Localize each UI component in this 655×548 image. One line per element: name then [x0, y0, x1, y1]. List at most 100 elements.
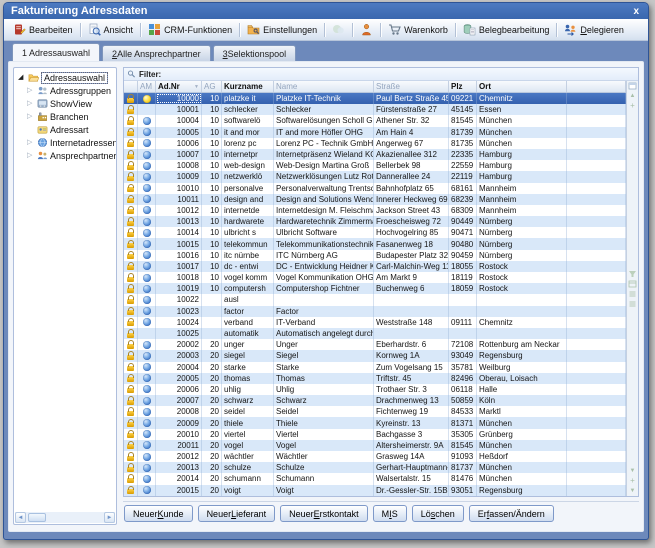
cart-icon [388, 23, 401, 36]
filter-label: Filter: [139, 70, 161, 79]
table-row[interactable]: 2000420starkeStarkeZum Vogelsang 1535781… [124, 362, 626, 373]
table-row[interactable]: 2001020viertelViertelBachgasse 335305Grü… [124, 429, 626, 440]
tab-selektionspool[interactable]: 3 Selektionspool [213, 45, 297, 61]
table-row[interactable]: 2000320siegelSiegelKornweg 1A93049Regens… [124, 350, 626, 361]
table-row[interactable]: 1001210internetdeInternetdesign M. Fleis… [124, 205, 626, 216]
neuer-erstkontakt-button[interactable]: Neuer Erstkontakt [280, 505, 368, 522]
table-row[interactable]: 1001410ulbricht sUlbricht SoftwareHochvo… [124, 227, 626, 238]
table-row[interactable]: 1001710dc - entwiDC - Entwicklung Heidne… [124, 261, 626, 272]
tree-expander-icon[interactable]: ▷ [27, 100, 35, 108]
table-row[interactable]: 10024verbandIT-VerbandWeststraße 1480911… [124, 317, 626, 328]
table-row[interactable]: 1001310hardwareteHardwaretechnik Zimmerm… [124, 216, 626, 227]
table-row[interactable]: 1001110design andDesign and Solutions We… [124, 194, 626, 205]
neuer-lieferant-button[interactable]: Neuer Lieferant [198, 505, 276, 522]
table-row[interactable]: 2000920thieleThieleKyreinstr. 1381371Mün… [124, 417, 626, 428]
table-row[interactable]: 2001320schulzeSchulzeGerhart-Hauptmann-R… [124, 462, 626, 473]
column-header-plz[interactable]: Plz [449, 81, 477, 92]
table-row[interactable]: 2000820seidelSeidelFichtenweg 1984533Mar… [124, 406, 626, 417]
table-row[interactable]: 2000520thomasThomasTriftstr. 4582496Ober… [124, 373, 626, 384]
cell-am [138, 138, 156, 149]
table-row[interactable]: 1000110schleckerSchleckerFürstenstraße 2… [124, 104, 626, 115]
column-header-ort[interactable]: Ort [477, 81, 567, 92]
table-row[interactable]: 1000010platzke itPlatzke IT-TechnikPaul … [124, 93, 626, 104]
table-row[interactable]: 1001810vogel kommVogel Kommunikation OHG… [124, 272, 626, 283]
tree-item-internetadressen[interactable]: ▷Internetadressen [14, 136, 116, 149]
toolbar-button-delegieren[interactable]: Delegieren [559, 21, 629, 39]
table-row[interactable]: 1000910netzwerklöNetzwerklösungen Lutz R… [124, 171, 626, 182]
tree-item-adressgruppen[interactable]: ▷Adressgruppen [14, 84, 116, 97]
table-row[interactable]: 1001510telekommunTelekommunikationstechn… [124, 238, 626, 249]
scroll-up-icon[interactable]: ▲ [628, 92, 637, 100]
mis-button[interactable]: MIS [373, 505, 407, 522]
table-row[interactable]: 1000810web-designWeb-Design Martina Groß… [124, 160, 626, 171]
column-header-empty [567, 81, 626, 92]
toolbar-button-bearbeiten[interactable]: Bearbeiten [8, 21, 78, 39]
table-row[interactable]: 1001010personalvePersonalverwaltung Tren… [124, 183, 626, 194]
table-row[interactable]: 1001610itc nürnbeITC Nürnberg AGBudapest… [124, 250, 626, 261]
tree-expander-icon[interactable]: ▷ [27, 139, 35, 147]
column-header-name[interactable]: Name [274, 81, 374, 92]
table-row[interactable]: 10023factorFactor [124, 306, 626, 317]
column-header-strasse[interactable]: Straße [374, 81, 449, 92]
column-header-ag[interactable]: AG [202, 81, 222, 92]
table-row[interactable]: 2000220ungerUngerEberhardstr. 672108Rott… [124, 339, 626, 350]
scroll-down-icon[interactable]: ▼ [628, 467, 637, 475]
tree-expander-icon[interactable]: ◢ [18, 74, 26, 82]
scroll-bottom-icon[interactable]: ▼ [628, 487, 637, 495]
neuer-kunde-button[interactable]: Neuer Kunde [124, 505, 193, 522]
table-row[interactable]: 1000510it and morIT and more Höfler OHGA… [124, 127, 626, 138]
table-row[interactable]: 2000720schwarzSchwarzDrachmenweg 1350859… [124, 395, 626, 406]
column-chooser-icon[interactable] [628, 82, 637, 90]
table-row[interactable]: 2001220wächtlerWächtlerGrasweg 14A91093H… [124, 451, 626, 462]
lock-icon [127, 198, 134, 203]
scroll-right-arrow[interactable]: ► [104, 512, 115, 523]
filter-input[interactable] [164, 68, 638, 80]
adressart-icon [37, 124, 48, 135]
table-row[interactable]: 1000410softwarelöSoftwarelösungen Scholl… [124, 115, 626, 126]
erfassen-aendern-button[interactable]: Erfassen/Ändern [469, 505, 554, 522]
tree-expander-icon[interactable]: ▷ [27, 87, 35, 95]
table-row[interactable]: 1001910computershComputershop FichtnerBu… [124, 283, 626, 294]
table-row[interactable]: 1000710internetprInternetpräsenz Wieland… [124, 149, 626, 160]
close-button[interactable]: x [631, 6, 641, 17]
toolbar-button-tool-person[interactable] [355, 21, 378, 39]
tree-item-root[interactable]: ◢Adressauswahl [14, 71, 116, 84]
tree-item-adressart[interactable]: Adressart [14, 123, 116, 136]
cell-ag: 10 [202, 283, 222, 294]
tab-alle-ansprechpartner[interactable]: 2 Alle Ansprechpartner [102, 45, 211, 61]
toolbar-button-belegbearbeitung[interactable]: Belegbearbeitung [458, 21, 555, 39]
toolbar-button-crm-funktionen[interactable]: CRM-Funktionen [143, 21, 237, 39]
column-header-am[interactable]: AM [138, 81, 156, 92]
table-row[interactable]: 2001520voigtVoigtDr.-Gessler-Str. 15B930… [124, 485, 626, 496]
add-icon[interactable]: + [628, 102, 637, 110]
panel-icon[interactable] [628, 280, 637, 288]
tab-adressauswahl[interactable]: 1 Adressauswahl [12, 43, 100, 61]
tree-item-showview[interactable]: ▷ShowView [14, 97, 116, 110]
column-header-adnr[interactable]: Ad.Nr▼ [156, 81, 202, 92]
list-icon[interactable] [628, 300, 637, 308]
toolbar-button-warenkorb[interactable]: Warenkorb [383, 21, 453, 39]
table-row[interactable]: 2000620uhligUhligTrothaer Str. 306118Hal… [124, 384, 626, 395]
table-row[interactable]: 10022ausl [124, 294, 626, 305]
cell-empty [567, 384, 626, 395]
column-header-kurzname[interactable]: Kurzname [222, 81, 274, 92]
toolbar-button-ansicht[interactable]: Ansicht [83, 21, 139, 39]
list-icon[interactable] [628, 290, 637, 298]
toolbar-button-tool-faded[interactable] [327, 21, 350, 39]
tree-item-ansprechpartner[interactable]: ▷Ansprechpartner [14, 149, 116, 162]
table-row[interactable]: 10025automatikAutomatisch angelegt durch… [124, 328, 626, 339]
table-row[interactable]: 2001420schumannSchumannWalsertalstr. 158… [124, 473, 626, 484]
filter-funnel-icon[interactable] [628, 270, 637, 278]
table-row[interactable]: 1000610lorenz pcLorenz PC - Technik GmbH… [124, 138, 626, 149]
scroll-left-arrow[interactable]: ◄ [15, 512, 26, 523]
tree-item-branchen[interactable]: ▷Branchen [14, 110, 116, 123]
tree-expander-icon[interactable]: ▷ [27, 152, 35, 160]
add-icon[interactable]: + [628, 477, 637, 485]
tree-expander-icon[interactable]: ▷ [27, 113, 35, 121]
column-header-lock[interactable] [124, 81, 138, 92]
table-row[interactable]: 2001120vogelVogelAltersheimerstr. 9A8154… [124, 440, 626, 451]
toolbar-button-einstellungen[interactable]: Einstellungen [242, 21, 322, 39]
loeschen-button[interactable]: Löschen [412, 505, 464, 522]
cell-name: Personalverwaltung Trentsch [274, 183, 374, 194]
scrollbar-thumb[interactable] [28, 513, 46, 522]
